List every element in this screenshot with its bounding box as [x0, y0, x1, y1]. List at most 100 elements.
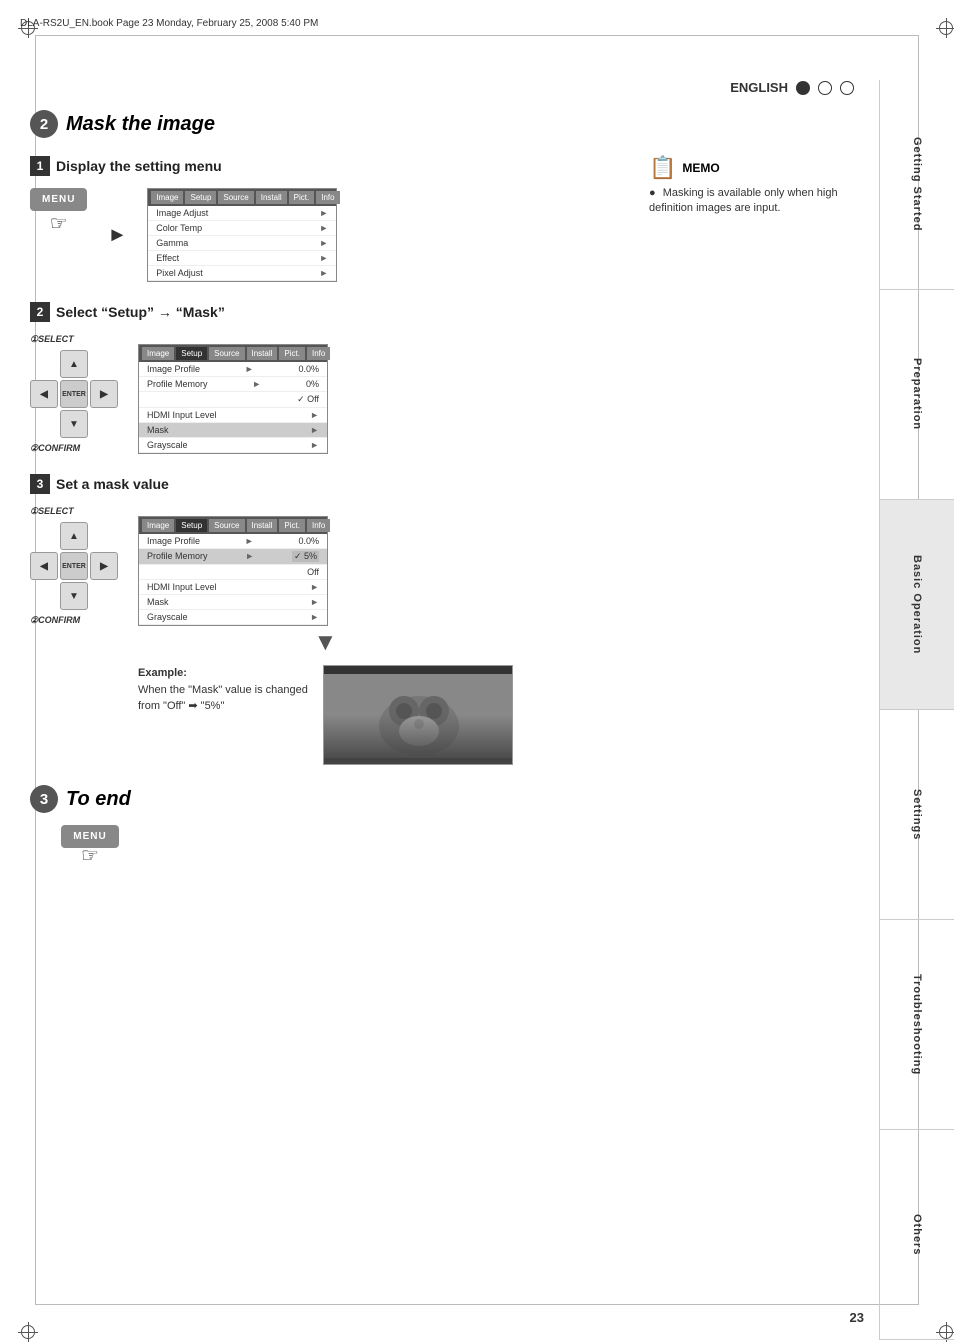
confirm-label-3: ②CONFIRM: [30, 615, 80, 626]
section3-title: To end: [66, 788, 131, 811]
dpad-down[interactable]: ▼: [60, 410, 88, 438]
circle-filled: [796, 81, 810, 95]
memo-title-text: MEMO: [682, 161, 719, 175]
tab-info[interactable]: Info: [316, 191, 339, 204]
sidebar-tab-others[interactable]: Others: [880, 1130, 954, 1340]
circle-empty-1: [818, 81, 832, 95]
dpad3-up[interactable]: ▲: [60, 522, 88, 550]
step2-control: ①SELECT ▲ ◀ ENTER ▶ ▼ ②CONFIRM: [30, 334, 118, 454]
menu2-profile-memory: Profile Memory ► 0%: [139, 377, 327, 392]
confirm-label-2: ②CONFIRM: [30, 443, 80, 454]
dpad-right[interactable]: ▶: [90, 380, 118, 408]
step2-heading: 2 Select “Setup” → “Mask”: [30, 302, 859, 322]
memo-content: Masking is available only when high defi…: [649, 187, 838, 214]
menu-button[interactable]: MENU: [30, 188, 87, 211]
menu-control: MENU ☞: [30, 188, 87, 236]
sidebar-tab-preparation[interactable]: Preparation: [880, 290, 954, 500]
section3-hand-icon: ☞: [81, 843, 99, 868]
tab2-source[interactable]: Source: [209, 347, 244, 360]
step2-num: 2: [30, 302, 50, 322]
step1-num: 1: [30, 156, 50, 176]
down-arrow: ▼: [138, 629, 513, 657]
example-section: Example: When the "Mask" value is change…: [138, 665, 513, 765]
tab3-pict[interactable]: Pict.: [279, 519, 305, 532]
tab3-install[interactable]: Install: [247, 519, 278, 532]
section3-heading: 3 To end: [30, 785, 859, 813]
tab-setup[interactable]: Setup: [185, 191, 216, 204]
menu-mockup-1: Image Setup Source Install Pict. Info Im…: [147, 188, 337, 282]
page-number: 23: [850, 1310, 864, 1325]
tab2-pict[interactable]: Pict.: [279, 347, 305, 360]
example-label: Example:: [138, 665, 308, 682]
menu-header-1: Image Setup Source Install Pict. Info: [148, 189, 336, 206]
tab-pict[interactable]: Pict.: [289, 191, 315, 204]
memo-title: 📋 MEMO: [649, 155, 869, 181]
dpad-empty-br: [90, 410, 118, 438]
panda-svg: [324, 666, 513, 765]
menu3-hdmi: HDMI Input Level ►: [139, 580, 327, 595]
section2-title: Mask the image: [66, 113, 215, 136]
tab-image[interactable]: Image: [151, 191, 183, 204]
step3-container: 3 Set a mask value ①SELECT ▲ ◀ ENTER ▶ ▼…: [30, 474, 859, 765]
tab2-install[interactable]: Install: [247, 347, 278, 360]
sidebar-tab-basic-operation[interactable]: Basic Operation: [880, 500, 954, 710]
memo-icon: 📋: [649, 155, 676, 181]
step2-container: 2 Select “Setup” → “Mask” ①SELECT ▲ ◀ EN…: [30, 302, 859, 454]
tab-source[interactable]: Source: [218, 191, 253, 204]
dpad3-left[interactable]: ◀: [30, 552, 58, 580]
tab2-setup[interactable]: Setup: [176, 347, 207, 360]
menu-row-effect: Effect►: [148, 251, 336, 266]
step2-layout: ①SELECT ▲ ◀ ENTER ▶ ▼ ②CONFIRM: [30, 334, 859, 454]
menu3-image-profile: Image Profile ► 0.0%: [139, 534, 327, 549]
memo-box: 📋 MEMO ● Masking is available only when …: [649, 155, 869, 217]
dpad3-down[interactable]: ▼: [60, 582, 88, 610]
tab-install[interactable]: Install: [256, 191, 287, 204]
example-description: When the "Mask" value is changedfrom "Of…: [138, 682, 308, 715]
step3-control: ①SELECT ▲ ◀ ENTER ▶ ▼ ②CONFIRM: [30, 506, 118, 626]
section2-heading: 2 Mask the image: [30, 110, 859, 138]
menu-mockup-2: Image Setup Source Install Pict. Info Im…: [138, 344, 328, 454]
dpad3-empty-bl: [30, 582, 58, 610]
tab3-image[interactable]: Image: [142, 519, 174, 532]
section3-menu: MENU ☞: [50, 825, 130, 868]
sidebar-tab-getting-started[interactable]: Getting Started: [880, 80, 954, 290]
menu2-hdmi: HDMI Input Level ►: [139, 408, 327, 423]
menu3-off-row: Off: [139, 565, 327, 580]
file-info: DLA-RS2U_EN.book Page 23 Monday, Februar…: [20, 18, 934, 29]
menu-mockup-3: Image Setup Source Install Pict. Info Im…: [138, 516, 328, 626]
sidebar-tab-troubleshooting[interactable]: Troubleshooting: [880, 920, 954, 1130]
dpad-left[interactable]: ◀: [30, 380, 58, 408]
tab2-image[interactable]: Image: [142, 347, 174, 360]
sidebar-tab-settings[interactable]: Settings: [880, 710, 954, 920]
dpad3-empty-tl: [30, 522, 58, 550]
right-sidebar: Getting Started Preparation Basic Operat…: [879, 80, 954, 1340]
menu-mockup-3-wrapper: Image Setup Source Install Pict. Info Im…: [138, 516, 513, 765]
dpad-empty-bl: [30, 410, 58, 438]
step3-layout: ①SELECT ▲ ◀ ENTER ▶ ▼ ②CONFIRM: [30, 506, 859, 765]
panda-image: [323, 665, 513, 765]
menu-header-3: Image Setup Source Install Pict. Info: [139, 517, 327, 534]
dpad-empty-tl: [30, 350, 58, 378]
dpad-up[interactable]: ▲: [60, 350, 88, 378]
menu-row-gamma: Gamma►: [148, 236, 336, 251]
dpad-2: ▲ ◀ ENTER ▶ ▼: [30, 350, 118, 438]
language-header: ENGLISH: [730, 80, 854, 95]
dpad3-right[interactable]: ▶: [90, 552, 118, 580]
select-label-2: ①SELECT: [30, 334, 74, 345]
dpad-enter[interactable]: ENTER: [60, 380, 88, 408]
step2-label: Select “Setup” → “Mask”: [56, 304, 225, 320]
tab3-source[interactable]: Source: [209, 519, 244, 532]
dpad3-enter[interactable]: ENTER: [60, 552, 88, 580]
menu2-image-profile: Image Profile ► 0.0%: [139, 362, 327, 377]
hand-icon: ☞: [50, 211, 68, 236]
dpad-empty-tr: [90, 350, 118, 378]
circle-empty-2: [840, 81, 854, 95]
tab3-setup[interactable]: Setup: [176, 519, 207, 532]
dpad3-empty-tr: [90, 522, 118, 550]
file-info-text: DLA-RS2U_EN.book Page 23 Monday, Februar…: [20, 18, 318, 29]
step3-heading: 3 Set a mask value: [30, 474, 859, 494]
menu-row-image-adjust: Image Adjust►: [148, 206, 336, 221]
tab3-info[interactable]: Info: [307, 519, 330, 532]
tab2-info[interactable]: Info: [307, 347, 330, 360]
memo-text: ● Masking is available only when high de…: [649, 186, 869, 217]
